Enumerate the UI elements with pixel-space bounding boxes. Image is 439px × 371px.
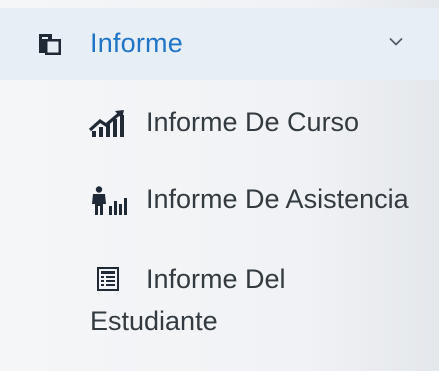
menu-header-informe[interactable]: Informe [0,8,439,80]
submenu-item-informe-de-curso[interactable]: Informe De Curso [0,100,439,150]
chevron-down-icon[interactable] [389,37,403,47]
sidebar-submenu: Informe Informe De Curso Informe De Asis… [0,0,439,371]
person-bar-chart-icon [92,186,127,215]
document-list-icon [97,267,119,291]
submenu-item-informe-de-asistencia[interactable]: Informe De Asistencia [0,176,439,226]
clipboard-copy-icon [39,34,61,55]
submenu-item-label: Informe De Curso [146,107,360,137]
submenu-item-label-line1: Informe Del [146,264,286,294]
submenu-item-informe-del-estudiante[interactable]: Informe Del Estudiante [0,262,439,342]
submenu-item-label-line2: Estudiante [90,306,218,336]
menu-header-label: Informe [90,28,183,58]
chart-growth-icon [89,110,124,137]
submenu-item-label: Informe De Asistencia [146,184,409,214]
